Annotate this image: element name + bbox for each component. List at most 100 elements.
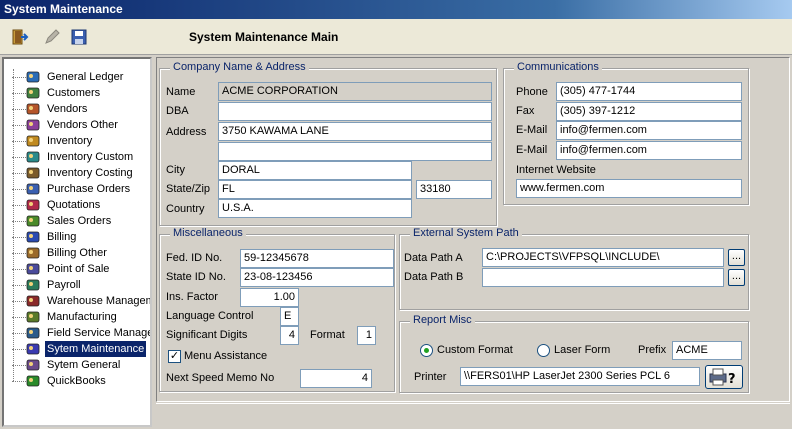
website-field[interactable]: www.fermen.com xyxy=(516,179,742,198)
format-field[interactable]: 1 xyxy=(357,326,376,345)
tree-item[interactable]: QuickBooks xyxy=(4,373,150,389)
menu-assistance-checkbox[interactable]: ✓ xyxy=(168,350,181,363)
email2-field[interactable]: info@fermen.com xyxy=(556,141,742,160)
tree-item[interactable]: Warehouse Managem xyxy=(4,293,150,309)
billing-other-icon xyxy=(25,245,41,261)
tree-item[interactable]: Billing Other xyxy=(4,245,150,261)
significant-digits-label: Significant Digits xyxy=(166,329,248,341)
tree-item[interactable]: General Ledger xyxy=(4,69,150,85)
tree-item-label: Vendors Other xyxy=(47,119,118,131)
tree-item-label: Manufacturing xyxy=(47,311,117,323)
phone-field[interactable]: (305) 477-1744 xyxy=(556,82,742,101)
fed-id-field[interactable]: 59-12345678 xyxy=(240,249,394,268)
tree-item[interactable]: Field Service Manage xyxy=(4,325,150,341)
tree-connector xyxy=(12,157,26,158)
tree-item-label: Point of Sale xyxy=(47,263,110,275)
toolbar: System Maintenance Main xyxy=(0,19,792,55)
tree-item[interactable]: Inventory Costing xyxy=(4,165,150,181)
tree-connector xyxy=(12,221,26,222)
address-line2-field[interactable] xyxy=(218,142,492,161)
tree-item[interactable]: Vendors xyxy=(4,101,150,117)
country-field[interactable]: U.S.A. xyxy=(218,199,412,218)
city-field[interactable]: DORAL xyxy=(218,161,412,180)
browse-path-a-button[interactable]: ... xyxy=(728,249,745,266)
tree-item[interactable]: Inventory Custom xyxy=(4,149,150,165)
tree-connector xyxy=(12,237,26,238)
check-mark-icon: ✓ xyxy=(169,350,180,362)
prefix-label: Prefix xyxy=(638,344,667,356)
data-path-b-field[interactable] xyxy=(482,268,724,287)
tree-item[interactable]: Vendors Other xyxy=(4,117,150,133)
state-field[interactable]: FL xyxy=(218,180,412,199)
fax-field[interactable]: (305) 397-1212 xyxy=(556,102,742,121)
address-line1-field[interactable]: 3750 KAWAMA LANE xyxy=(218,122,492,141)
tree-connector xyxy=(12,109,26,110)
tree-connector xyxy=(12,173,26,174)
tree-connector xyxy=(12,365,26,366)
tree-item-label: Customers xyxy=(47,87,101,99)
tree-connector xyxy=(12,205,26,206)
significant-digits-field[interactable]: 4 xyxy=(280,326,299,345)
format-label: Format xyxy=(310,329,345,341)
tree-item-label: Sytem General xyxy=(47,359,121,371)
tree-item-label: Billing xyxy=(47,231,77,243)
email1-field[interactable]: info@fermen.com xyxy=(556,121,742,140)
menu-assistance-label: Menu Assistance xyxy=(184,350,268,362)
state-id-label: State ID No. xyxy=(166,271,226,283)
tree-item[interactable]: Inventory xyxy=(4,133,150,149)
browse-path-b-button[interactable]: ... xyxy=(728,269,745,286)
svg-text:?: ? xyxy=(728,372,736,387)
tree-item[interactable]: Purchase Orders xyxy=(4,181,150,197)
laser-form-radio[interactable] xyxy=(537,344,550,357)
printer-select-button[interactable]: ? xyxy=(705,365,743,389)
tree-item[interactable]: Payroll xyxy=(4,277,150,293)
tree-item[interactable]: Customers xyxy=(4,85,150,101)
tree-item[interactable]: Sytem Maintenance xyxy=(4,341,150,357)
tree-connector xyxy=(12,349,26,350)
tree-item[interactable]: Sales Orders xyxy=(4,213,150,229)
company-name-field[interactable]: ACME CORPORATION xyxy=(218,82,492,101)
tree-item-label: Inventory Custom xyxy=(47,151,134,163)
inventory-icon xyxy=(25,133,41,149)
dba-field[interactable] xyxy=(218,102,492,121)
printer-field[interactable]: \\FERS01\HP LaserJet 2300 Series PCL 6 xyxy=(460,367,700,386)
custom-format-radio[interactable] xyxy=(420,344,433,357)
tree-item-label: QuickBooks xyxy=(47,375,106,387)
state-zip-label: State/Zip xyxy=(166,183,211,195)
tree-item-label: Purchase Orders xyxy=(47,183,131,195)
tree-connector xyxy=(12,381,26,382)
state-id-field[interactable]: 23-08-123456 xyxy=(240,268,394,287)
language-control-field[interactable]: E xyxy=(280,307,299,326)
tree-item[interactable]: Billing xyxy=(4,229,150,245)
quotations-icon xyxy=(25,197,41,213)
tree-item[interactable]: Sytem General xyxy=(4,357,150,373)
payroll-icon xyxy=(25,277,41,293)
printer-help-icon: ? xyxy=(709,368,736,387)
tree-item[interactable]: Manufacturing xyxy=(4,309,150,325)
tree-item[interactable]: Quotations xyxy=(4,197,150,213)
manufacturing-icon xyxy=(25,309,41,325)
module-tree[interactable]: General Ledger Customers Vendors Vendors Ot… xyxy=(2,57,152,427)
horizontal-scrollbar[interactable] xyxy=(156,403,790,423)
language-control-label: Language Control xyxy=(166,310,254,322)
zip-field[interactable]: 33180 xyxy=(416,180,492,199)
custom-format-label: Custom Format xyxy=(437,344,513,356)
communications-legend: Communications xyxy=(514,61,602,73)
main-panel: Company Name & Address Name ACME CORPORA… xyxy=(156,57,790,402)
tree-item-label: Sytem Maintenance xyxy=(45,341,147,357)
prefix-field[interactable]: ACME xyxy=(672,341,742,360)
data-path-a-field[interactable]: C:\PROJECTS\VFPSQL\INCLUDE\ xyxy=(482,248,724,267)
ins-factor-field[interactable]: 1.00 xyxy=(240,288,299,307)
company-legend: Company Name & Address xyxy=(170,61,309,73)
email2-label: E-Mail xyxy=(516,144,548,156)
edit-icon[interactable] xyxy=(41,26,63,48)
save-icon[interactable] xyxy=(68,26,90,48)
system-general-icon xyxy=(25,357,41,373)
tree-item[interactable]: Point of Sale xyxy=(4,261,150,277)
tree-connector xyxy=(12,93,26,94)
tree-item-label: General Ledger xyxy=(47,71,124,83)
website-label: Internet Website xyxy=(516,164,596,176)
miscellaneous-legend: Miscellaneous xyxy=(170,227,246,239)
exit-icon[interactable] xyxy=(9,26,31,48)
speed-memo-field[interactable]: 4 xyxy=(300,369,372,388)
